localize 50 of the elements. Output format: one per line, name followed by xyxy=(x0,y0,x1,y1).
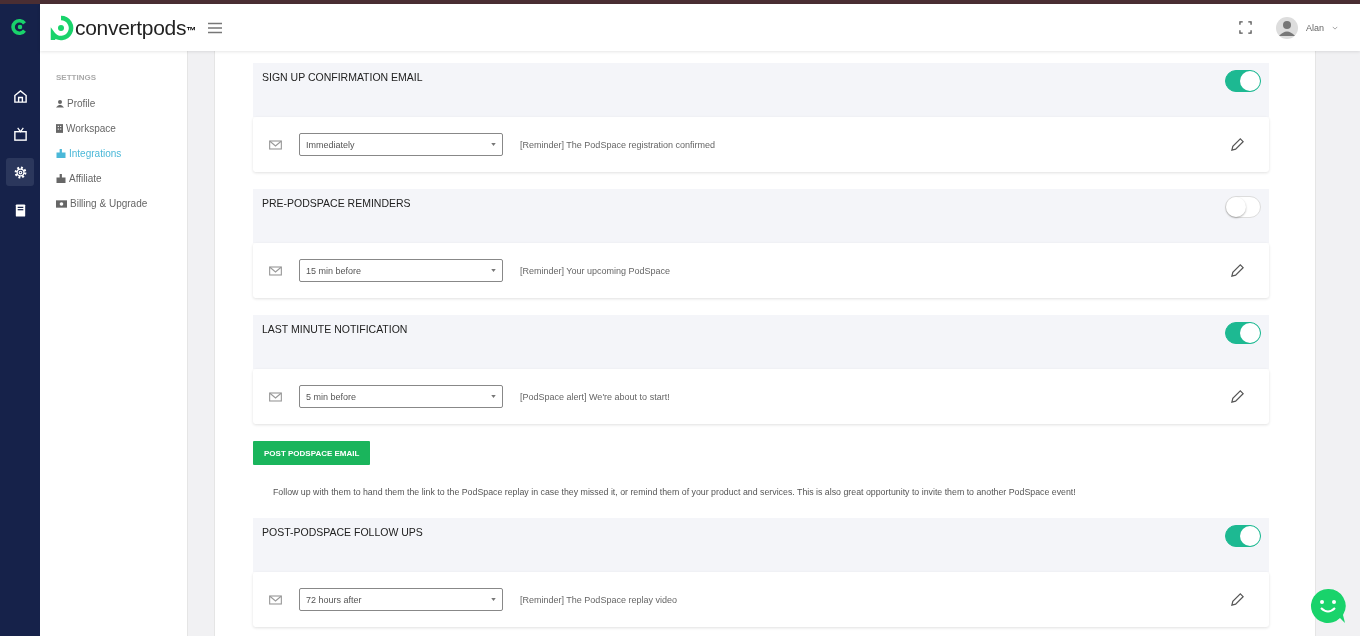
logo-icon xyxy=(11,18,29,36)
trademark-text: ™ xyxy=(186,24,197,36)
home-icon xyxy=(12,88,28,104)
email-subject: [Reminder] The PodSpace registration confirmed xyxy=(520,139,716,150)
sidebar-item[interactable]: Profile xyxy=(56,91,187,116)
mail-icon xyxy=(269,139,282,150)
timing-select[interactable]: Immediately xyxy=(299,133,503,156)
puzzle-icon xyxy=(56,174,66,183)
settings-icon xyxy=(12,164,28,180)
toggle-switch[interactable] xyxy=(1225,525,1261,547)
mail-icon xyxy=(269,391,282,402)
toggle-switch[interactable] xyxy=(1225,70,1261,92)
user-name[interactable]: Alan xyxy=(1306,22,1324,33)
email-subject: [Reminder] The PodSpace replay video xyxy=(520,594,678,605)
money-icon xyxy=(56,199,67,208)
edit-icon[interactable] xyxy=(1230,137,1245,152)
caret-icon xyxy=(491,143,496,146)
building-icon xyxy=(56,124,63,133)
edit-icon[interactable] xyxy=(1230,263,1245,278)
email-subject: [PodSpace alert] We're about to start! xyxy=(520,391,671,402)
description-text: Follow up with them to hand them the link to the PodSpace replay in case they missed it, or remind them of your product and services. This is also great opportunity to invite them to another PodSpace event! xyxy=(273,487,1077,497)
avatar-icon[interactable] xyxy=(1276,16,1298,39)
timing-select[interactable]: 72 hours after xyxy=(299,588,503,611)
tv-icon xyxy=(12,126,28,142)
logo-text: convertpods xyxy=(75,15,187,40)
caret-icon xyxy=(491,598,496,601)
sidebar-item[interactable]: Workspace xyxy=(56,116,187,141)
sidebar-heading: SETTINGS xyxy=(56,73,97,82)
email-subject: [Reminder] Your upcoming PodSpace xyxy=(520,265,672,276)
timing-select[interactable]: 5 min before xyxy=(299,385,503,408)
mail-icon xyxy=(269,594,282,605)
settings-nav-item[interactable] xyxy=(6,158,34,186)
section-title: POST-PODSPACE FOLLOW UPS xyxy=(262,526,423,538)
timing-select[interactable]: 15 min before xyxy=(299,259,503,282)
section-title: SIGN UP CONFIRMATION EMAIL xyxy=(262,71,423,83)
user-icon xyxy=(56,99,64,108)
puzzle-icon xyxy=(56,149,66,158)
mail-icon xyxy=(269,265,282,276)
caret-icon xyxy=(491,395,496,398)
logo-icon xyxy=(48,14,74,41)
sidebar-item[interactable]: Affiliate xyxy=(56,166,187,191)
menu-icon[interactable] xyxy=(208,21,223,34)
section-title: LAST MINUTE NOTIFICATION xyxy=(262,323,408,335)
edit-icon[interactable] xyxy=(1230,389,1245,404)
fullscreen-icon[interactable] xyxy=(1239,21,1252,34)
sidebar-item[interactable]: Billing & Upgrade xyxy=(56,191,187,216)
edit-icon[interactable] xyxy=(1230,592,1245,607)
caret-icon xyxy=(491,269,496,272)
toggle-switch[interactable] xyxy=(1225,322,1261,344)
section-title: PRE-PODSPACE REMINDERS xyxy=(262,197,411,209)
